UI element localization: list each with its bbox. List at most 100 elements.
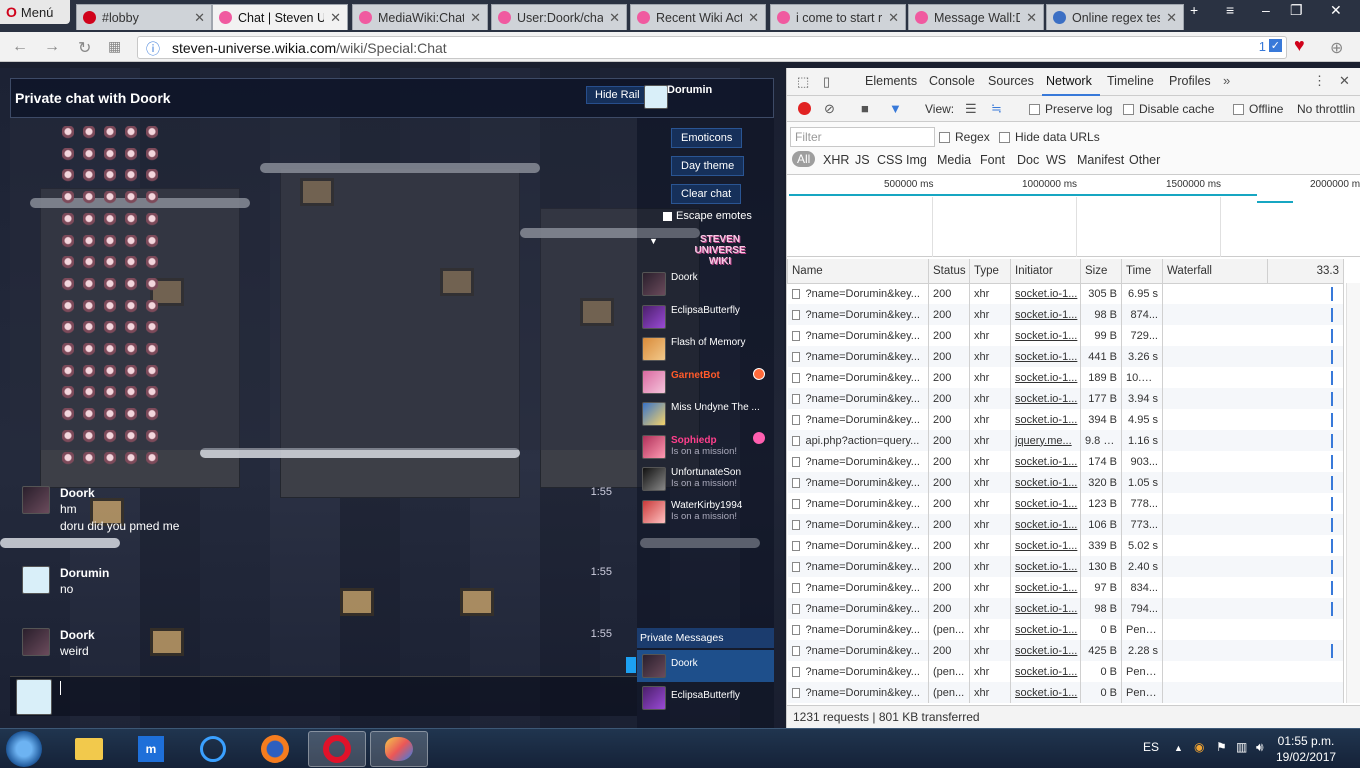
tab-close-icon[interactable]: ✕ (1166, 10, 1177, 26)
browser-tab[interactable]: User:Doork/chat ✕ (491, 4, 627, 30)
devtools-tab-sources[interactable]: Sources (988, 74, 1034, 88)
escape-emotes-toggle[interactable]: Escape emotes (663, 210, 752, 222)
close-window-icon[interactable]: ✕ (1330, 2, 1342, 19)
preserve-log-toggle[interactable]: Preserve log (1029, 102, 1112, 116)
more-tabs-icon[interactable]: » (1223, 73, 1230, 88)
filter-type-all[interactable]: All (792, 151, 816, 167)
file-explorer-icon[interactable] (60, 731, 118, 767)
filter-input[interactable]: Filter (790, 127, 935, 147)
reload-icon[interactable]: ↻ (78, 38, 91, 58)
request-row[interactable]: api.php?action=query... 200 xhr jquery.me..… (787, 430, 1344, 451)
tab-close-icon[interactable]: ✕ (888, 10, 899, 26)
tab-close-icon[interactable]: ✕ (609, 10, 620, 26)
tab-close-icon[interactable]: ✕ (1026, 10, 1037, 26)
language-indicator[interactable]: ES (1143, 740, 1159, 754)
regex-toggle[interactable]: Regex (939, 130, 990, 144)
address-field[interactable]: ⓘ steven-universe.wikia.com/wiki/Special… (137, 36, 1287, 59)
wiki-logo[interactable]: STEVEN UNIVERSE WIKI (685, 234, 755, 267)
pm-conversation[interactable]: Doork (637, 650, 774, 682)
browser-tab[interactable]: Online regex tes ✕ (1046, 4, 1184, 30)
request-row[interactable]: ?name=Dorumin&key... 200 xhr socket.io-1...… (787, 346, 1344, 367)
request-initiator[interactable]: socket.io-1... (1010, 304, 1081, 325)
request-row[interactable]: ?name=Dorumin&key... 200 xhr socket.io-1...… (787, 283, 1344, 304)
paint-icon[interactable] (370, 731, 428, 767)
request-initiator[interactable]: socket.io-1... (1010, 556, 1081, 577)
action-center-icon[interactable]: ⚑ (1216, 740, 1227, 754)
minimize-icon[interactable]: – (1262, 2, 1270, 18)
column-header-type[interactable]: Type (969, 259, 1011, 284)
new-tab-icon[interactable]: + (1190, 2, 1198, 18)
filter-icon[interactable]: ▼ (889, 101, 902, 116)
site-info-icon[interactable]: ⓘ (146, 39, 160, 59)
back-icon[interactable]: ← (12, 38, 28, 56)
request-initiator[interactable]: socket.io-1... (1010, 493, 1081, 514)
request-row[interactable]: ?name=Dorumin&key... 200 xhr socket.io-1...… (787, 556, 1344, 577)
rail-user[interactable]: Miss Undyne The ... (642, 402, 772, 432)
column-header-waterfall[interactable]: Waterfall (1162, 259, 1268, 284)
browser-menu-button[interactable]: O Menú (0, 0, 70, 24)
chat-input-area[interactable] (10, 676, 637, 716)
hide-data-urls-checkbox[interactable] (999, 132, 1010, 144)
updater-icon[interactable] (184, 731, 242, 767)
tray-app-icon[interactable]: ◉ (1194, 740, 1204, 754)
offline-toggle[interactable]: Offline (1233, 102, 1283, 116)
rail-user[interactable]: UnfortunateSon Is on a mission! (642, 467, 772, 497)
bookmark-heart-icon[interactable]: ♥ (1294, 35, 1305, 56)
maxthon-icon[interactable]: m (122, 731, 180, 767)
volume-icon[interactable]: 🔊︎ (1256, 740, 1264, 755)
request-row[interactable]: ?name=Dorumin&key... (pen... xhr socket.io-… (787, 682, 1344, 703)
browser-tab[interactable]: i come to start r ✕ (770, 4, 906, 30)
browser-tab[interactable]: Recent Wiki Acti ✕ (630, 4, 766, 30)
rail-user[interactable]: WaterKirby1994 Is on a mission! (642, 499, 772, 530)
clear-chat-button[interactable]: Clear chat (671, 184, 742, 204)
disable-cache-toggle[interactable]: Disable cache (1123, 102, 1214, 116)
preserve-log-checkbox[interactable] (1029, 104, 1040, 116)
request-row[interactable]: ?name=Dorumin&key... (pen... xhr socket.io-… (787, 619, 1344, 640)
speed-dial-icon[interactable]: ▦ (108, 38, 121, 55)
request-row[interactable]: ?name=Dorumin&key... 200 xhr socket.io-1...… (787, 451, 1344, 472)
column-header-initiator[interactable]: Initiator (1010, 259, 1081, 284)
request-row[interactable]: ?name=Dorumin&key... 200 xhr socket.io-1...… (787, 535, 1344, 556)
pm-conversation[interactable]: EclipsaButterfly (637, 682, 774, 714)
request-row[interactable]: ?name=Dorumin&key... 200 xhr socket.io-1...… (787, 304, 1344, 325)
browser-tab[interactable]: #lobby ✕ (76, 4, 212, 30)
regex-checkbox[interactable] (939, 132, 950, 144)
devtools-close-icon[interactable]: ✕ (1339, 73, 1350, 89)
day-theme-button[interactable]: Day theme (671, 156, 745, 176)
request-row[interactable]: ?name=Dorumin&key... 200 xhr socket.io-1...… (787, 493, 1344, 514)
disable-cache-checkbox[interactable] (1123, 104, 1134, 116)
request-initiator[interactable]: socket.io-1... (1010, 346, 1081, 367)
request-row[interactable]: ?name=Dorumin&key... 200 xhr socket.io-1...… (787, 598, 1344, 619)
throttling-select[interactable]: No throttlin (1297, 102, 1355, 116)
request-initiator[interactable]: socket.io-1... (1010, 682, 1081, 703)
request-initiator[interactable]: socket.io-1... (1010, 409, 1081, 430)
escape-emotes-checkbox[interactable] (663, 211, 672, 221)
tab-menu-icon[interactable]: ≡ (1226, 2, 1234, 18)
column-header-33-3[interactable]: 33.3 (1267, 259, 1344, 284)
rail-user[interactable]: EclipsaButterfly (642, 304, 772, 335)
hide-rail-button[interactable]: Hide Rail (586, 86, 649, 104)
filter-type-other[interactable]: Other (1129, 153, 1160, 167)
download-icon[interactable]: ⊕ (1330, 38, 1343, 58)
filter-type-xhr[interactable]: XHR (823, 153, 849, 167)
column-header-name[interactable]: Name (787, 259, 929, 284)
tab-close-icon[interactable]: ✕ (194, 10, 205, 26)
devtools-tab-timeline[interactable]: Timeline (1107, 74, 1154, 88)
request-row[interactable]: ?name=Dorumin&key... 200 xhr socket.io-1...… (787, 514, 1344, 535)
rail-user[interactable]: Flash of Memory (642, 337, 772, 367)
requests-scrollbar[interactable] (1346, 283, 1360, 703)
request-row[interactable]: ?name=Dorumin&key... 200 xhr socket.io-1...… (787, 640, 1344, 661)
request-initiator[interactable]: socket.io-1... (1010, 577, 1081, 598)
request-row[interactable]: ?name=Dorumin&key... 200 xhr socket.io-1...… (787, 388, 1344, 409)
devtools-tab-elements[interactable]: Elements (865, 74, 917, 88)
adblock-count[interactable]: 1 (1259, 39, 1266, 54)
devtools-tab-profiles[interactable]: Profiles (1169, 74, 1211, 88)
offline-checkbox[interactable] (1233, 104, 1244, 116)
clear-icon[interactable]: ⊘ (824, 101, 835, 117)
request-initiator[interactable]: socket.io-1... (1010, 451, 1081, 472)
request-row[interactable]: ?name=Dorumin&key... 200 xhr socket.io-1...… (787, 409, 1344, 430)
request-initiator[interactable]: socket.io-1... (1010, 535, 1081, 556)
filter-type-css[interactable]: CSS (877, 153, 903, 167)
column-header-time[interactable]: Time (1121, 259, 1163, 284)
request-initiator[interactable]: socket.io-1... (1010, 661, 1081, 682)
